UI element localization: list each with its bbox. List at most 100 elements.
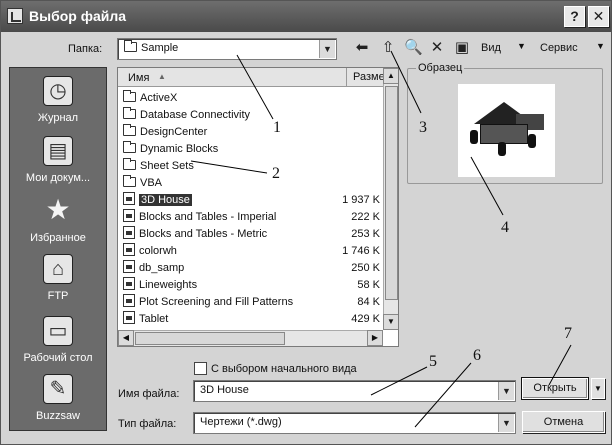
item-size: 1 937 K — [342, 194, 380, 206]
folder-icon — [123, 124, 136, 136]
item-name: Tablet — [139, 313, 169, 325]
item-size: 429 K — [351, 313, 380, 325]
place-favorites[interactable]: ★ Избранное — [10, 194, 106, 245]
delete-icon[interactable]: ✕ — [428, 39, 446, 57]
item-name: 3D House — [139, 194, 192, 206]
tree-shape — [470, 130, 478, 144]
up-folder-icon[interactable]: ⇧ — [379, 39, 397, 57]
list-item[interactable]: Blocks and Tables - Metric 253 K — [118, 226, 383, 243]
item-size: 253 K — [351, 228, 380, 240]
tools-chevron-down-icon[interactable]: ▼ — [596, 41, 605, 51]
list-item[interactable]: Sheet Sets — [118, 158, 383, 175]
scroll-left-icon[interactable]: ◀ — [118, 330, 134, 346]
scroll-down-icon[interactable]: ▼ — [383, 314, 398, 330]
column-header-name[interactable]: Имя — [128, 72, 149, 84]
list-item[interactable]: Lineweights 58 K — [118, 277, 383, 294]
tools-menu[interactable]: Сервис — [540, 42, 578, 54]
horizontal-scrollbar[interactable]: ◀ ▶ — [118, 330, 383, 346]
preview-group: Образец — [407, 62, 603, 184]
open-options-chevron-down-icon[interactable]: ▼ — [591, 378, 605, 399]
list-item[interactable]: Blocks and Tables - Imperial 222 K — [118, 209, 383, 226]
list-item[interactable]: Plot Screening and Fill Patterns 84 K — [118, 294, 383, 311]
list-item[interactable]: ActiveX — [118, 90, 383, 107]
open-button[interactable]: Открыть — [521, 377, 589, 400]
callout-number-2: 2 — [272, 165, 280, 182]
lookin-value: Sample — [141, 42, 179, 54]
cancel-button[interactable]: Отмена — [522, 411, 605, 433]
file-list[interactable]: Имя ▲ Разме ActiveX Database Connectivit… — [117, 67, 399, 347]
buzzsaw-icon: ✎ — [43, 374, 73, 404]
item-name: VBA — [140, 177, 163, 189]
callout-number-7: 7 — [564, 325, 572, 342]
scroll-right-icon[interactable]: ▶ — [367, 330, 383, 346]
dwg-file-icon — [123, 277, 135, 290]
file-dialog-window: Выбор файла ? ✕ Папка: Sample ▼ ⬅ ⇧ 🔍 ✕ … — [0, 0, 612, 445]
item-name: DesignCenter — [140, 126, 208, 138]
item-name: Database Connectivity — [140, 109, 251, 121]
view-menu[interactable]: Вид — [481, 42, 501, 54]
list-item[interactable]: Database Connectivity — [118, 107, 383, 124]
lookin-combo[interactable]: Sample ▼ — [117, 38, 337, 60]
filetype-label: Тип файла: — [118, 418, 177, 430]
filename-combo[interactable]: 3D House ▼ — [193, 380, 516, 402]
initial-view-checkbox[interactable] — [194, 362, 207, 375]
title-bar[interactable]: Выбор файла ? ✕ — [1, 1, 611, 32]
item-size: 1 746 K — [342, 245, 380, 257]
column-header-size[interactable]: Разме — [346, 68, 386, 87]
place-history[interactable]: ◷ Журнал — [10, 76, 106, 124]
item-size: 250 K — [351, 262, 380, 274]
favorites-icon: ★ — [45, 194, 71, 225]
item-name: Dynamic Blocks — [140, 143, 219, 155]
filename-label: Имя файла: — [118, 388, 180, 400]
place-history-label: Журнал — [37, 112, 79, 124]
list-item[interactable]: VBA — [118, 175, 383, 192]
ftp-icon: ⌂ — [43, 254, 73, 284]
vertical-scroll-thumb[interactable] — [385, 86, 398, 300]
place-ftp[interactable]: ⌂ FTP — [10, 254, 106, 302]
filetype-value: Чертежи (*.dwg) — [200, 416, 282, 428]
filetype-combo[interactable]: Чертежи (*.dwg) ▼ — [193, 412, 516, 434]
item-name: colorwh — [139, 245, 177, 257]
callout-number-4: 4 — [501, 219, 509, 236]
item-name: Plot Screening and Fill Patterns — [139, 296, 294, 308]
folder-icon — [123, 90, 136, 102]
item-size: 222 K — [351, 211, 380, 223]
callout-number-1: 1 — [273, 119, 281, 136]
list-item[interactable]: DesignCenter — [118, 124, 383, 141]
place-desktop[interactable]: ▭ Рабочий стол — [10, 316, 106, 364]
filename-value[interactable]: 3D House — [200, 384, 249, 396]
place-buzzsaw-label: Buzzsaw — [35, 410, 81, 422]
folder-icon — [123, 107, 136, 119]
place-desktop-label: Рабочий стол — [23, 352, 93, 364]
preview-image — [458, 84, 555, 177]
dwg-file-icon — [123, 192, 135, 205]
house-body — [480, 124, 528, 144]
lookin-label: Папка: — [68, 43, 103, 55]
dwg-file-icon — [123, 243, 135, 256]
list-item[interactable]: colorwh 1 746 K — [118, 243, 383, 260]
filetype-chevron-down-icon[interactable]: ▼ — [498, 414, 514, 432]
place-my-documents[interactable]: ▤ Мои докум... — [10, 136, 106, 184]
tree-shape — [498, 142, 506, 156]
help-button[interactable]: ? — [564, 6, 585, 27]
back-arrow-icon[interactable]: ⬅ — [353, 39, 371, 57]
places-bar: ◷ Журнал ▤ Мои докум... ★ Избранное ⌂ FT… — [9, 67, 107, 431]
vertical-scrollbar[interactable]: ▲ ▼ — [383, 68, 398, 330]
preview-label: Образец — [416, 62, 465, 74]
item-size: 84 K — [357, 296, 380, 308]
new-folder-icon[interactable]: ▣ — [453, 39, 471, 57]
horizontal-scroll-thumb[interactable] — [135, 332, 285, 345]
chevron-down-icon[interactable]: ▼ — [319, 40, 335, 58]
list-item-selected[interactable]: 3D House 1 937 K — [118, 192, 383, 209]
list-item[interactable]: Dynamic Blocks — [118, 141, 383, 158]
search-icon[interactable]: 🔍 — [404, 39, 423, 57]
list-item[interactable]: Tablet 429 K — [118, 311, 383, 328]
view-chevron-down-icon[interactable]: ▼ — [517, 41, 526, 51]
scroll-up-icon[interactable]: ▲ — [383, 68, 398, 84]
place-buzzsaw[interactable]: ✎ Buzzsaw — [10, 374, 106, 422]
list-item[interactable]: db_samp 250 K — [118, 260, 383, 277]
sort-ascending-icon: ▲ — [158, 72, 166, 81]
item-name: ActiveX — [140, 92, 178, 104]
close-button[interactable]: ✕ — [588, 6, 609, 27]
filename-chevron-down-icon[interactable]: ▼ — [498, 382, 514, 400]
